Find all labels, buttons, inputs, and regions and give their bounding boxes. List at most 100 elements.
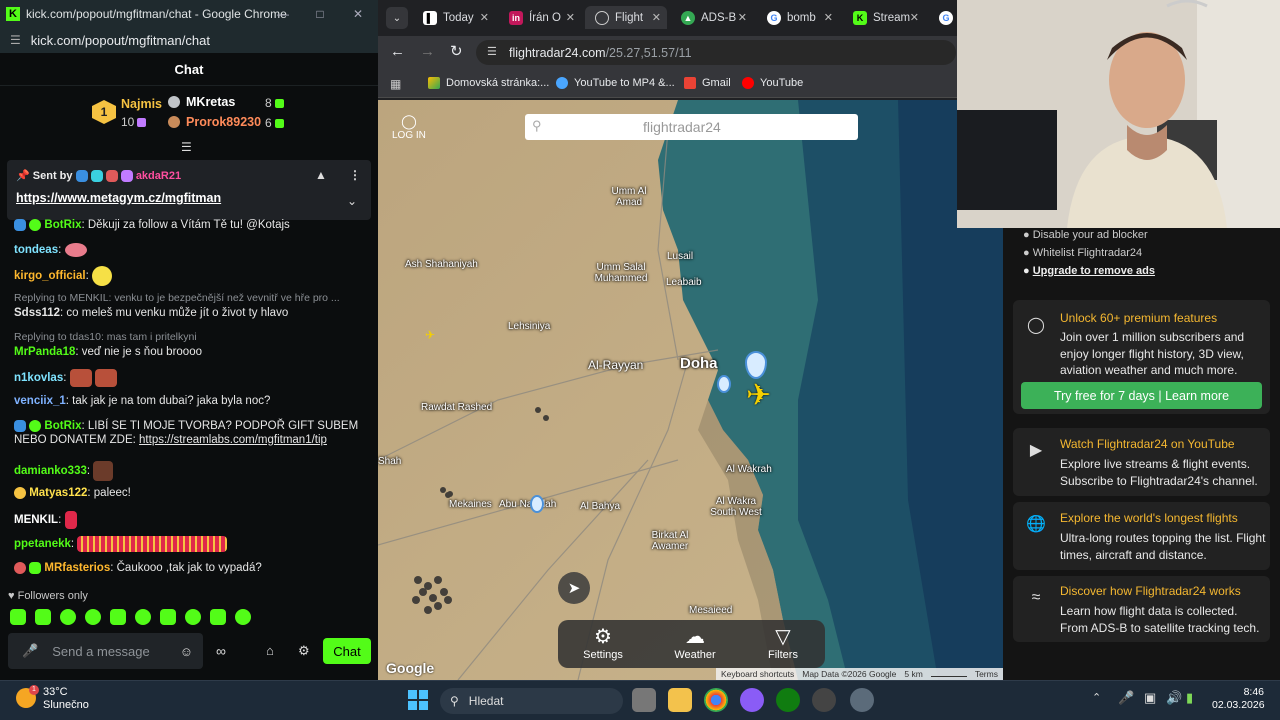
- airport-marker-icon[interactable]: [530, 495, 544, 513]
- infinity-icon[interactable]: ∞: [216, 643, 226, 659]
- emote-icon[interactable]: [35, 609, 51, 625]
- leader-name[interactable]: Najmis: [121, 97, 162, 111]
- locate-me-icon[interactable]: ➤: [558, 572, 590, 604]
- adblock-item[interactable]: ● Upgrade to remove ads: [1023, 262, 1155, 280]
- reload-icon[interactable]: ↻: [450, 42, 463, 60]
- bookmark-item[interactable]: Domovská stránka:...: [428, 77, 549, 89]
- chat-username[interactable]: MrPanda18: [14, 346, 75, 358]
- try-free-button[interactable]: Try free for 7 days | Learn more: [1021, 382, 1262, 409]
- close-tab-icon[interactable]: ✕: [480, 11, 489, 24]
- pinned-link[interactable]: https://www.metagym.cz/mgfitman: [16, 191, 221, 205]
- chevron-up-icon[interactable]: ⌃: [1092, 691, 1101, 704]
- tab-active[interactable]: Flight ✕: [585, 6, 667, 29]
- message-input[interactable]: 🎤 Send a message ☺: [8, 633, 203, 669]
- aircraft-icon[interactable]: ✈: [425, 328, 435, 342]
- map-view[interactable]: Umm Al Amad Ash Shahaniyah Umm Salal Muh…: [378, 100, 1003, 680]
- keyboard-shortcuts-link[interactable]: Keyboard shortcuts: [721, 669, 794, 679]
- settings-gear-icon[interactable]: [850, 688, 874, 712]
- chat-send-button[interactable]: Chat: [323, 638, 371, 664]
- tab-search-icon[interactable]: ⌄: [386, 7, 408, 29]
- bookmark-item[interactable]: Gmail: [684, 77, 731, 89]
- chat-username[interactable]: damianko333: [14, 465, 87, 477]
- chat-username[interactable]: Matyas122: [29, 487, 87, 499]
- emote-icon[interactable]: [60, 609, 76, 625]
- tab[interactable]: ▲ ADS-B ✕: [671, 6, 753, 29]
- chat-username[interactable]: MENKIL: [14, 514, 58, 526]
- xbox-icon[interactable]: [776, 688, 800, 712]
- network-icon[interactable]: ▣: [1144, 690, 1156, 706]
- app-icon[interactable]: [740, 688, 764, 712]
- emote-icon[interactable]: [85, 609, 101, 625]
- filters-button[interactable]: ▽ Filters: [748, 620, 818, 668]
- settings-button[interactable]: ⚙ Settings: [568, 620, 638, 668]
- weather-widget[interactable]: 33°C Slunečno: [43, 686, 89, 712]
- store-icon[interactable]: ⌂: [266, 643, 274, 658]
- minimize-button[interactable]: —: [264, 0, 302, 27]
- close-tab-icon[interactable]: ✕: [738, 11, 747, 24]
- tab[interactable]: G: [929, 6, 959, 29]
- chat-username[interactable]: MRfasterios: [44, 562, 110, 574]
- chat-link[interactable]: https://streamlabs.com/mgfitman1/tip: [139, 434, 327, 446]
- chat-username[interactable]: n1kovlas: [14, 372, 63, 384]
- tab[interactable]: in Írán O ✕: [499, 6, 581, 29]
- maximize-button[interactable]: □: [301, 0, 339, 27]
- chat-address-bar[interactable]: ☰ kick.com/popout/mgfitman/chat: [0, 27, 378, 53]
- app-icon[interactable]: [812, 688, 836, 712]
- info-card[interactable]: ▶ Watch Flightradar24 on YouTube Explore…: [1013, 428, 1270, 496]
- bookmark-item[interactable]: YouTube to MP4 &...: [556, 77, 675, 89]
- site-settings-icon[interactable]: ☰: [487, 45, 497, 58]
- back-icon[interactable]: ←: [390, 43, 405, 60]
- tab[interactable]: Gbomb ✕: [757, 6, 839, 29]
- forward-icon[interactable]: →: [420, 43, 435, 60]
- battery-icon[interactable]: ▮: [1186, 690, 1193, 706]
- task-view-icon[interactable]: [632, 688, 656, 712]
- terms-link[interactable]: Terms: [975, 669, 998, 679]
- weather-button[interactable]: ☁ Weather: [660, 620, 730, 668]
- expand-leaderboard-icon[interactable]: ☰: [181, 140, 192, 154]
- leader-name[interactable]: MKretas: [186, 95, 235, 109]
- site-settings-icon[interactable]: ☰: [10, 33, 21, 47]
- chevron-down-icon[interactable]: ⌄: [347, 194, 357, 208]
- bookmark-item[interactable]: YouTube: [742, 77, 803, 89]
- emote-icon[interactable]: [210, 609, 226, 625]
- microphone-icon[interactable]: 🎤: [1118, 690, 1134, 706]
- taskbar-search-input[interactable]: ⚲ Hledat: [440, 688, 623, 714]
- volume-icon[interactable]: 🔊: [1166, 690, 1182, 706]
- chat-username[interactable]: ppetanekk: [14, 538, 71, 550]
- windows-start-icon[interactable]: [408, 690, 428, 710]
- more-options-icon[interactable]: ⋮: [349, 168, 361, 182]
- chat-username[interactable]: Sdss112: [14, 307, 60, 319]
- info-card[interactable]: ≈ Discover how Flightradar24 works Learn…: [1013, 576, 1270, 642]
- close-tab-icon[interactable]: ✕: [652, 11, 661, 24]
- address-bar[interactable]: ☰ flightradar24.com/25.27,51.57/11: [476, 40, 956, 65]
- leader-name[interactable]: Prorok89230: [186, 115, 261, 129]
- emoji-icon[interactable]: ☺: [180, 644, 193, 659]
- close-tab-icon[interactable]: ✕: [910, 11, 919, 24]
- emote-icon[interactable]: [110, 609, 126, 625]
- pinned-sender[interactable]: akdaR21: [136, 170, 181, 182]
- chat-username[interactable]: BotRix: [44, 420, 81, 432]
- tab[interactable]: ▌ Today ✕: [413, 6, 495, 29]
- emote-icon[interactable]: [185, 609, 201, 625]
- login-button[interactable]: ◯ LOG IN: [392, 113, 426, 141]
- info-card[interactable]: 🌐 Explore the world's longest flights Ul…: [1013, 502, 1270, 570]
- pin-icon[interactable]: ▲: [315, 168, 327, 182]
- clock[interactable]: 8:46 02.03.2026: [1212, 686, 1265, 712]
- airport-marker-icon[interactable]: [717, 375, 731, 393]
- tab[interactable]: K Stream ✕: [843, 6, 925, 29]
- close-button[interactable]: ✕: [339, 0, 377, 27]
- map-search-input[interactable]: ⚲ flightradar24: [525, 114, 858, 140]
- emote-icon[interactable]: [10, 609, 26, 625]
- emote-icon[interactable]: [135, 609, 151, 625]
- aircraft-icon[interactable]: ✈: [746, 378, 771, 413]
- close-tab-icon[interactable]: ✕: [824, 11, 833, 24]
- chat-username[interactable]: venciix_1: [14, 395, 66, 407]
- chat-username[interactable]: tondeas: [14, 244, 58, 256]
- gear-icon[interactable]: ⚙: [298, 643, 310, 659]
- emote-icon[interactable]: [160, 609, 176, 625]
- chrome-icon[interactable]: [704, 688, 728, 712]
- apps-icon[interactable]: ▦: [390, 77, 401, 91]
- chat-username[interactable]: BotRix: [44, 219, 81, 231]
- close-tab-icon[interactable]: ✕: [566, 11, 575, 24]
- file-explorer-icon[interactable]: [668, 688, 692, 712]
